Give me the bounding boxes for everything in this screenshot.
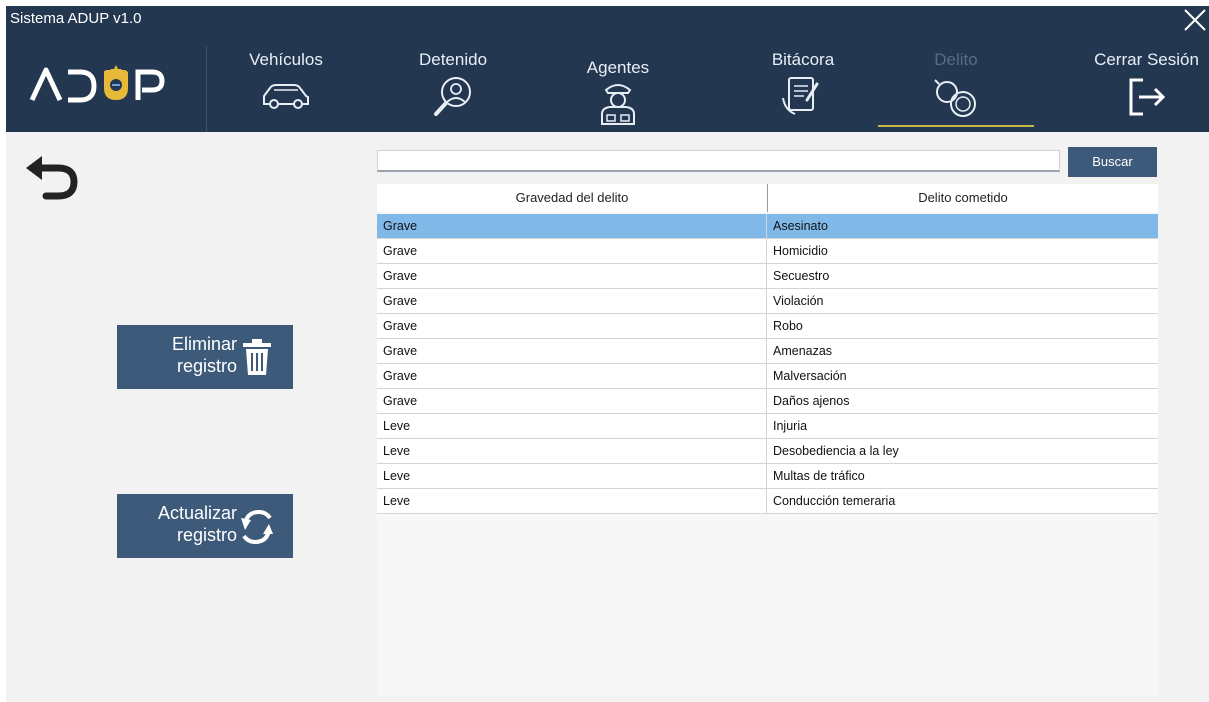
active-tab-underline xyxy=(878,125,1034,127)
cell-gravedad: Leve xyxy=(377,489,767,513)
cell-gravedad: Grave xyxy=(377,289,767,313)
nav-label: Cerrar Sesión xyxy=(1094,50,1199,69)
cell-delito: Violación xyxy=(773,294,824,308)
table-row[interactable]: Leve Injuria xyxy=(377,414,1158,439)
cell-gravedad: Leve xyxy=(377,414,767,438)
cell-delito: Injuria xyxy=(773,419,808,433)
table-row[interactable]: Leve Desobediencia a la ley xyxy=(377,439,1158,464)
cell-gravedad: Grave xyxy=(377,389,767,413)
crimes-table[interactable]: Gravedad del delito Delito cometido Grav… xyxy=(377,184,1158,696)
close-icon[interactable] xyxy=(1179,6,1209,36)
cell-gravedad: Grave xyxy=(377,339,767,363)
cell-delito: Amenazas xyxy=(773,344,833,358)
refresh-icon xyxy=(241,509,273,545)
header-divider xyxy=(206,46,207,132)
nav-label: Bitácora xyxy=(771,50,835,69)
trash-icon xyxy=(243,339,271,375)
nav-item-agentes[interactable]: Agentes xyxy=(568,58,668,140)
cell-delito: Conducción temeraria xyxy=(773,494,896,508)
table-row[interactable]: Grave Robo xyxy=(377,314,1158,339)
column-header-gravedad[interactable]: Gravedad del delito xyxy=(377,184,768,212)
logout-icon xyxy=(1129,78,1165,116)
cell-delito: Malversación xyxy=(773,369,847,383)
nav-label: Delito xyxy=(934,50,978,69)
nav-item-bitacora[interactable]: Bitácora xyxy=(748,50,858,132)
table-row[interactable]: Grave Homicidio xyxy=(377,239,1158,264)
detainee-magnifier-icon xyxy=(434,77,471,116)
table-row[interactable]: Grave Amenazas xyxy=(377,339,1158,364)
window-title: Sistema ADUP v1.0 xyxy=(10,10,142,27)
cell-delito: Multas de tráfico xyxy=(773,469,865,483)
cell-gravedad: Leve xyxy=(377,439,767,463)
cell-delito: Homicidio xyxy=(773,244,828,258)
table-row[interactable]: Grave Violación xyxy=(377,289,1158,314)
police-agent-icon xyxy=(601,84,635,125)
adup-logo xyxy=(29,65,165,103)
app-window: Sistema ADUP v1.0 Vehículos Detenido Age… xyxy=(6,6,1209,702)
update-record-label: Actualizar registro xyxy=(157,503,237,545)
search-input[interactable] xyxy=(377,150,1060,172)
cell-gravedad: Grave xyxy=(377,364,767,388)
table-row[interactable]: Grave Malversación xyxy=(377,364,1158,389)
handcuffs-icon xyxy=(934,79,976,117)
cell-gravedad: Grave xyxy=(377,314,767,338)
nav-label: Agentes xyxy=(586,58,650,77)
table-row[interactable]: Grave Daños ajenos xyxy=(377,389,1158,414)
nav-item-vehiculos[interactable]: Vehículos xyxy=(226,50,346,132)
cell-gravedad: Grave xyxy=(377,239,767,263)
table-header: Gravedad del delito Delito cometido xyxy=(377,184,1158,212)
logbook-tablet-icon xyxy=(782,77,819,115)
search-button[interactable]: Buscar xyxy=(1068,147,1157,177)
table-row[interactable]: Leve Conducción temeraria xyxy=(377,489,1158,514)
nav-label: Vehículos xyxy=(249,50,323,69)
cell-gravedad: Grave xyxy=(377,264,767,288)
nav-label: Detenido xyxy=(418,50,488,69)
cell-delito: Robo xyxy=(773,319,803,333)
cell-gravedad: Leve xyxy=(377,464,767,488)
column-header-delito[interactable]: Delito cometido xyxy=(768,184,1158,212)
cell-delito: Daños ajenos xyxy=(773,394,850,408)
cell-gravedad: Grave xyxy=(377,214,767,238)
cell-delito: Desobediencia a la ley xyxy=(773,444,899,458)
table-row[interactable]: Grave Asesinato xyxy=(377,214,1158,239)
delete-record-label: Eliminar registro xyxy=(171,334,237,376)
nav-item-detenido[interactable]: Detenido xyxy=(398,50,508,132)
update-record-button[interactable]: Actualizar registro xyxy=(117,494,293,558)
back-arrow-icon[interactable] xyxy=(22,152,86,204)
nav-item-cerrar-sesion[interactable]: Cerrar Sesión xyxy=(1084,50,1209,132)
table-row[interactable]: Leve Multas de tráfico xyxy=(377,464,1158,489)
header-bar: Sistema ADUP v1.0 Vehículos Detenido Age… xyxy=(6,6,1209,132)
table-row[interactable]: Grave Secuestro xyxy=(377,264,1158,289)
cell-delito: Asesinato xyxy=(773,219,828,233)
delete-record-button[interactable]: Eliminar registro xyxy=(117,325,293,389)
car-icon xyxy=(263,84,309,109)
nav-item-delito[interactable]: Delito xyxy=(911,50,1001,132)
cell-delito: Secuestro xyxy=(773,269,830,283)
table-body: Grave Asesinato Grave Homicidio Grave Secuest… xyxy=(377,214,1158,514)
